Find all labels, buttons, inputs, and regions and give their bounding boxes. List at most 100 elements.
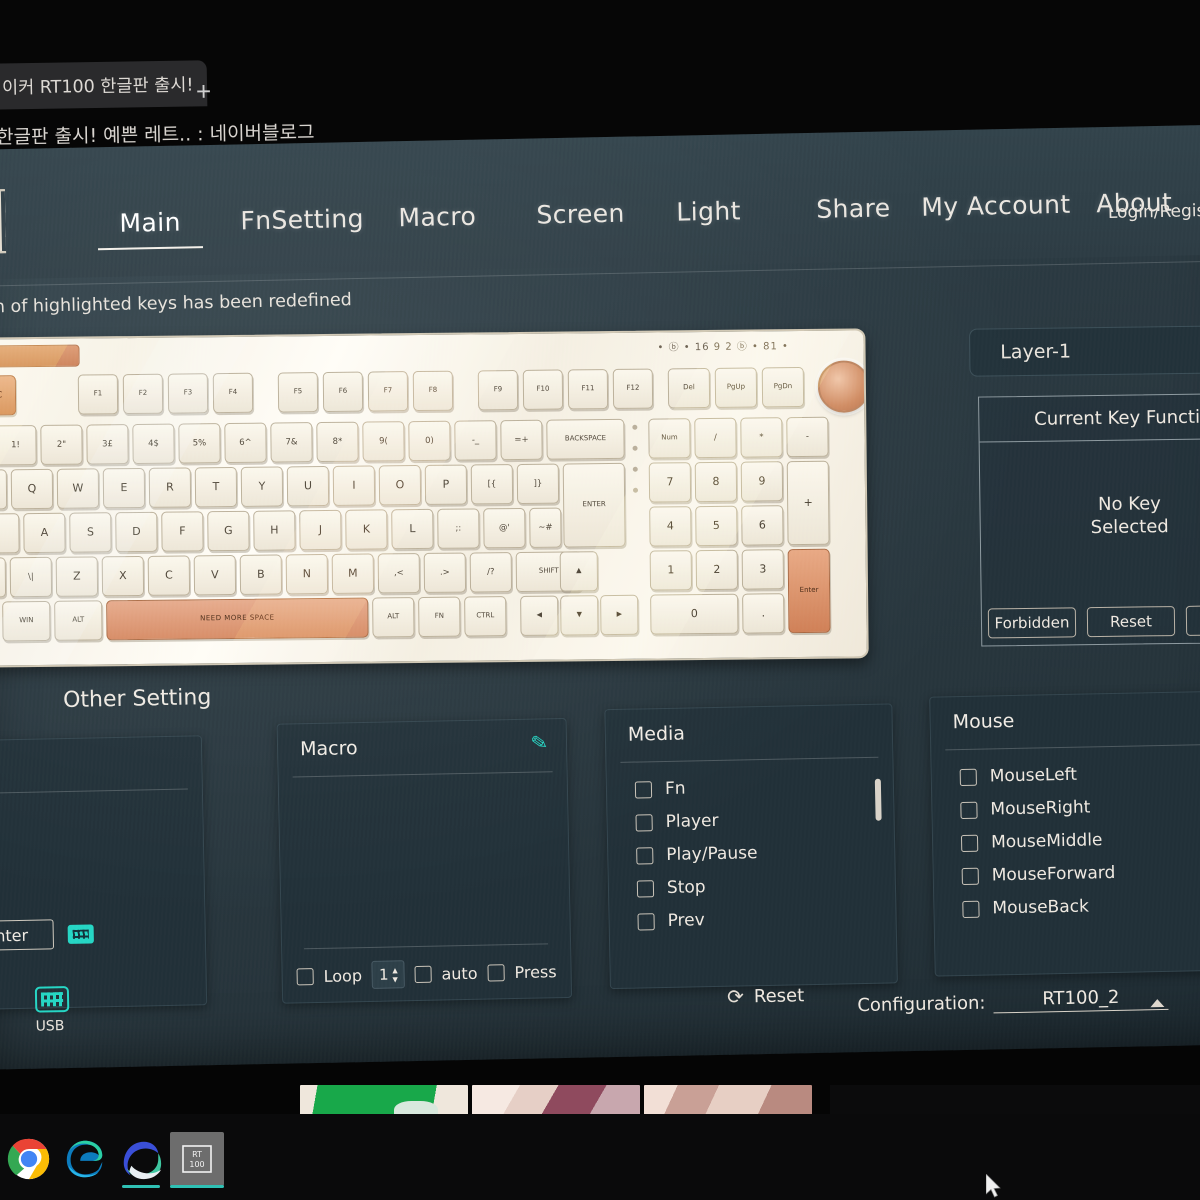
new-tab-button[interactable]: + — [196, 76, 212, 106]
key-esc[interactable]: ESC — [0, 375, 17, 416]
key-alt-left[interactable]: ALT — [54, 600, 103, 641]
key-f11[interactable]: F11 — [567, 369, 609, 410]
key-space[interactable]: NEED MORE SPACE — [106, 597, 369, 641]
mousemiddle-checkbox[interactable] — [960, 834, 979, 852]
key-f10[interactable]: F10 — [522, 369, 564, 410]
key-z[interactable]: Z — [55, 556, 99, 597]
key-r[interactable]: R — [148, 467, 192, 508]
confirm-button[interactable]: Conf — [1185, 604, 1200, 636]
reset-button[interactable]: ⟳ Reset — [727, 985, 804, 1008]
keyboard-layout[interactable]: • ⓑ • 16 9 2 ⓑ • 81 • ESC F1 F2 F3 F4 F5… — [0, 328, 869, 669]
tab-fnsetting[interactable]: FnSetting — [240, 204, 364, 235]
mouseright-checkbox[interactable] — [960, 801, 978, 819]
key-s[interactable]: S — [69, 512, 112, 553]
key-a[interactable]: A — [23, 512, 66, 554]
key-g[interactable]: G — [207, 510, 250, 552]
key-bracket-right[interactable]: ]} — [516, 463, 560, 504]
enter-button[interactable]: Enter — [0, 919, 54, 952]
key-comma[interactable]: ,< — [377, 553, 421, 594]
key-f9[interactable]: F9 — [477, 369, 519, 411]
media-scrollbar-thumb[interactable] — [874, 778, 882, 821]
key-o[interactable]: O — [378, 465, 422, 506]
key-numpad-1[interactable]: 1 — [649, 550, 693, 591]
key-3[interactable]: 3£ — [86, 424, 129, 465]
key-f12[interactable]: F12 — [612, 368, 654, 409]
key-period[interactable]: .> — [423, 552, 467, 593]
key-8[interactable]: 8* — [316, 421, 359, 463]
key-hash[interactable]: ~# — [529, 507, 562, 548]
key-f5[interactable]: F5 — [277, 372, 319, 413]
key-numpad-enter[interactable]: Enter — [787, 548, 831, 634]
key-pgdn[interactable]: PgDn — [761, 366, 805, 408]
tab-macro[interactable]: Macro — [398, 202, 476, 233]
key-m[interactable]: M — [331, 553, 375, 594]
configuration-selector[interactable]: Configuration: RT100_2 — [857, 985, 1169, 1016]
key-f7[interactable]: F7 — [367, 371, 409, 412]
key-2[interactable]: 2" — [40, 424, 83, 465]
media-playpause-checkbox[interactable] — [636, 846, 654, 865]
tab-share[interactable]: Share — [816, 193, 891, 223]
key-5[interactable]: 5% — [178, 423, 221, 464]
key-numpad-multiply[interactable]: * — [740, 417, 783, 458]
key-f1[interactable]: F1 — [77, 374, 119, 415]
key-n[interactable]: N — [285, 553, 329, 595]
key-t[interactable]: T — [194, 466, 238, 508]
key-backspace[interactable]: BACKSPACE — [546, 418, 625, 460]
key-v[interactable]: V — [193, 554, 237, 596]
media-scrollbar[interactable] — [874, 778, 883, 899]
key-semicolon[interactable]: ;: — [437, 508, 480, 549]
media-prev-checkbox[interactable] — [637, 912, 655, 931]
whale-browser-icon[interactable] — [118, 1136, 164, 1182]
key-q[interactable]: Q — [10, 468, 54, 510]
key-numpad-7[interactable]: 7 — [648, 462, 692, 503]
key-slash[interactable]: /? — [469, 552, 513, 593]
key-c[interactable]: C — [147, 555, 191, 596]
key-0[interactable]: 0) — [408, 420, 451, 462]
key-f4[interactable]: F4 — [212, 372, 254, 414]
key-p[interactable]: P — [424, 464, 468, 505]
key-arrow-left[interactable]: ◀ — [520, 595, 559, 636]
key-arrow-up[interactable]: ▲ — [559, 551, 599, 592]
pencil-icon[interactable]: ✎ — [530, 731, 550, 755]
key-win[interactable]: WIN — [2, 600, 51, 642]
media-player-checkbox[interactable] — [635, 813, 653, 832]
key-tab[interactable]: TAB — [0, 469, 8, 510]
volume-knob[interactable] — [817, 360, 869, 413]
browser-tab[interactable]: 이커 RT100 한글판 출시! — [0, 60, 208, 110]
key-quote[interactable]: @' — [483, 507, 526, 549]
key-u[interactable]: U — [286, 465, 330, 507]
key-equals[interactable]: =+ — [500, 419, 543, 461]
key-numpad-6[interactable]: 6 — [741, 505, 784, 546]
key-h[interactable]: H — [253, 510, 296, 551]
reset-key-button[interactable]: Reset — [1086, 606, 1176, 638]
configuration-dropdown[interactable]: RT100_2 — [993, 985, 1169, 1014]
key-numpad-0[interactable]: 0 — [650, 593, 739, 635]
key-9[interactable]: 9( — [362, 421, 405, 462]
key-numpad-4[interactable]: 4 — [649, 506, 692, 547]
layer-selector[interactable]: Layer-1 — [968, 324, 1200, 377]
key-7[interactable]: 7& — [270, 422, 313, 463]
key-numpad-plus[interactable]: + — [786, 460, 830, 546]
key-6[interactable]: 6^ — [224, 422, 267, 464]
media-stop-checkbox[interactable] — [636, 879, 655, 898]
forbidden-button[interactable]: Forbidden — [987, 607, 1077, 639]
key-arrow-right[interactable]: ▶ — [600, 594, 639, 636]
key-enter[interactable]: ENTER — [562, 462, 626, 548]
key-1[interactable]: 1! — [0, 425, 37, 466]
key-fn[interactable]: FN — [418, 596, 461, 638]
key-bracket-left[interactable]: [{ — [470, 464, 514, 505]
key-4[interactable]: 4$ — [132, 423, 175, 465]
key-e[interactable]: E — [102, 467, 146, 509]
keyboard-icon[interactable] — [34, 985, 70, 1013]
key-x[interactable]: X — [101, 555, 145, 597]
key-pgup[interactable]: PgUp — [714, 367, 758, 408]
key-alt-right[interactable]: ALT — [372, 597, 415, 638]
key-numpad-9[interactable]: 9 — [740, 461, 784, 502]
tab-screen[interactable]: Screen — [536, 199, 625, 230]
mouseleft-checkbox[interactable] — [959, 768, 977, 786]
key-numpad-decimal[interactable]: . — [742, 593, 785, 634]
key-caps[interactable]: CAPS — [0, 513, 20, 554]
key-numpad-5[interactable]: 5 — [695, 505, 738, 547]
key-l[interactable]: L — [391, 508, 434, 550]
keyboard-driver-app-icon[interactable]: RT 100 — [170, 1132, 224, 1186]
